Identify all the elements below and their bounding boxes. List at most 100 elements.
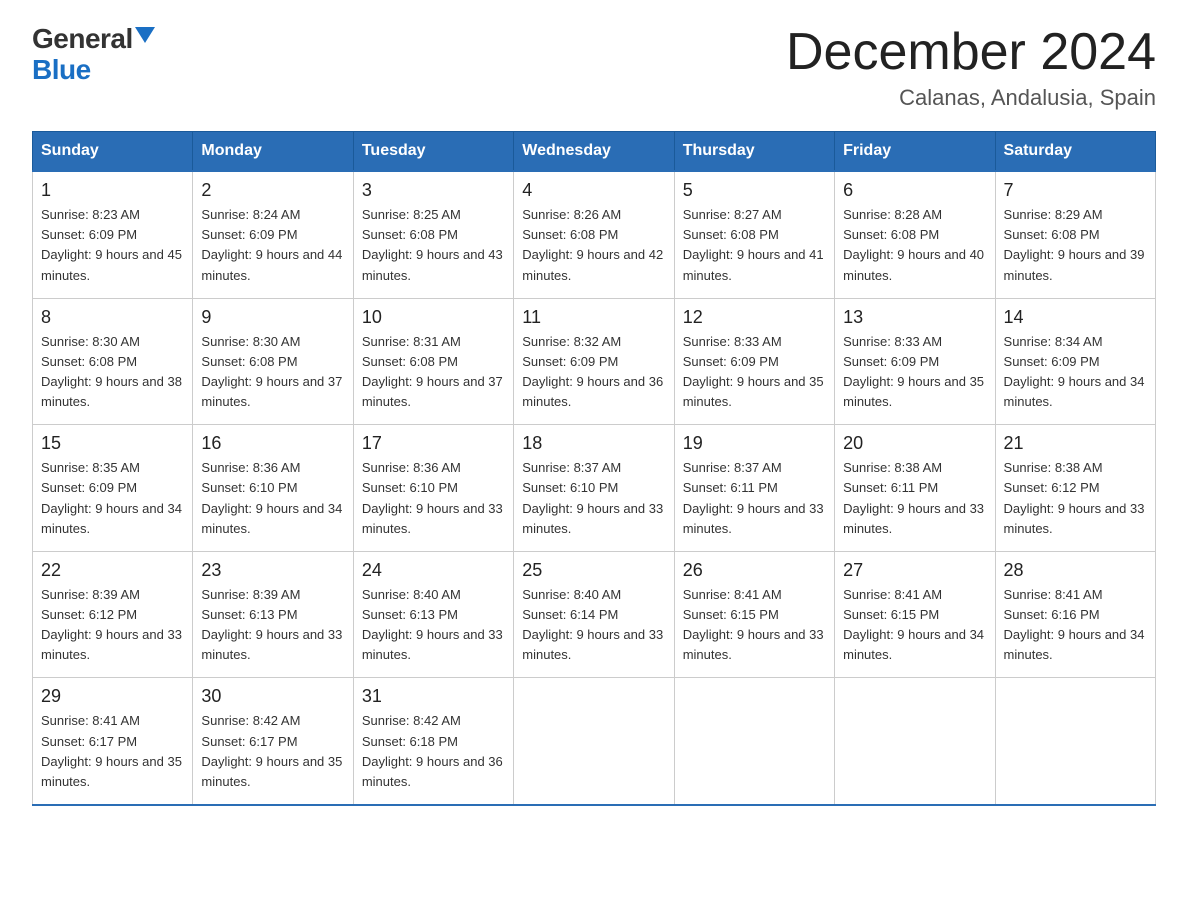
day-number: 11: [522, 307, 665, 328]
day-number: 25: [522, 560, 665, 581]
day-info: Sunrise: 8:33 AMSunset: 6:09 PMDaylight:…: [683, 332, 826, 413]
table-row: 2 Sunrise: 8:24 AMSunset: 6:09 PMDayligh…: [193, 171, 353, 298]
table-row: 17 Sunrise: 8:36 AMSunset: 6:10 PMDaylig…: [353, 425, 513, 552]
logo: General Blue: [32, 24, 155, 86]
day-number: 8: [41, 307, 184, 328]
day-number: 13: [843, 307, 986, 328]
calendar-week-1: 1 Sunrise: 8:23 AMSunset: 6:09 PMDayligh…: [33, 171, 1156, 298]
day-header-friday: Friday: [835, 132, 995, 172]
table-row: 19 Sunrise: 8:37 AMSunset: 6:11 PMDaylig…: [674, 425, 834, 552]
table-row: 5 Sunrise: 8:27 AMSunset: 6:08 PMDayligh…: [674, 171, 834, 298]
day-info: Sunrise: 8:37 AMSunset: 6:11 PMDaylight:…: [683, 458, 826, 539]
day-number: 2: [201, 180, 344, 201]
calendar-week-5: 29 Sunrise: 8:41 AMSunset: 6:17 PMDaylig…: [33, 678, 1156, 805]
day-number: 22: [41, 560, 184, 581]
table-row: 15 Sunrise: 8:35 AMSunset: 6:09 PMDaylig…: [33, 425, 193, 552]
logo-blue-text: Blue: [32, 55, 91, 86]
day-header-saturday: Saturday: [995, 132, 1155, 172]
day-number: 26: [683, 560, 826, 581]
day-number: 10: [362, 307, 505, 328]
day-number: 14: [1004, 307, 1147, 328]
calendar-week-4: 22 Sunrise: 8:39 AMSunset: 6:12 PMDaylig…: [33, 551, 1156, 678]
day-header-wednesday: Wednesday: [514, 132, 674, 172]
day-info: Sunrise: 8:28 AMSunset: 6:08 PMDaylight:…: [843, 205, 986, 286]
table-row: 14 Sunrise: 8:34 AMSunset: 6:09 PMDaylig…: [995, 298, 1155, 425]
day-number: 28: [1004, 560, 1147, 581]
day-info: Sunrise: 8:41 AMSunset: 6:17 PMDaylight:…: [41, 711, 184, 792]
table-row: 10 Sunrise: 8:31 AMSunset: 6:08 PMDaylig…: [353, 298, 513, 425]
table-row: [835, 678, 995, 805]
day-number: 18: [522, 433, 665, 454]
day-header-row: SundayMondayTuesdayWednesdayThursdayFrid…: [33, 132, 1156, 172]
table-row: 31 Sunrise: 8:42 AMSunset: 6:18 PMDaylig…: [353, 678, 513, 805]
calendar-table: SundayMondayTuesdayWednesdayThursdayFrid…: [32, 131, 1156, 806]
day-number: 20: [843, 433, 986, 454]
table-row: 27 Sunrise: 8:41 AMSunset: 6:15 PMDaylig…: [835, 551, 995, 678]
day-info: Sunrise: 8:38 AMSunset: 6:11 PMDaylight:…: [843, 458, 986, 539]
day-info: Sunrise: 8:33 AMSunset: 6:09 PMDaylight:…: [843, 332, 986, 413]
table-row: 21 Sunrise: 8:38 AMSunset: 6:12 PMDaylig…: [995, 425, 1155, 552]
day-number: 29: [41, 686, 184, 707]
table-row: [995, 678, 1155, 805]
day-info: Sunrise: 8:36 AMSunset: 6:10 PMDaylight:…: [362, 458, 505, 539]
page-header: General Blue December 2024 Calanas, Anda…: [32, 24, 1156, 111]
table-row: 9 Sunrise: 8:30 AMSunset: 6:08 PMDayligh…: [193, 298, 353, 425]
day-info: Sunrise: 8:26 AMSunset: 6:08 PMDaylight:…: [522, 205, 665, 286]
table-row: 18 Sunrise: 8:37 AMSunset: 6:10 PMDaylig…: [514, 425, 674, 552]
day-header-tuesday: Tuesday: [353, 132, 513, 172]
table-row: 30 Sunrise: 8:42 AMSunset: 6:17 PMDaylig…: [193, 678, 353, 805]
day-number: 31: [362, 686, 505, 707]
day-number: 12: [683, 307, 826, 328]
day-number: 4: [522, 180, 665, 201]
title-section: December 2024 Calanas, Andalusia, Spain: [786, 24, 1156, 111]
table-row: 4 Sunrise: 8:26 AMSunset: 6:08 PMDayligh…: [514, 171, 674, 298]
table-row: 28 Sunrise: 8:41 AMSunset: 6:16 PMDaylig…: [995, 551, 1155, 678]
table-row: 11 Sunrise: 8:32 AMSunset: 6:09 PMDaylig…: [514, 298, 674, 425]
day-number: 15: [41, 433, 184, 454]
table-row: 20 Sunrise: 8:38 AMSunset: 6:11 PMDaylig…: [835, 425, 995, 552]
day-info: Sunrise: 8:29 AMSunset: 6:08 PMDaylight:…: [1004, 205, 1147, 286]
day-info: Sunrise: 8:23 AMSunset: 6:09 PMDaylight:…: [41, 205, 184, 286]
day-info: Sunrise: 8:42 AMSunset: 6:18 PMDaylight:…: [362, 711, 505, 792]
day-info: Sunrise: 8:39 AMSunset: 6:13 PMDaylight:…: [201, 585, 344, 666]
day-number: 3: [362, 180, 505, 201]
day-info: Sunrise: 8:39 AMSunset: 6:12 PMDaylight:…: [41, 585, 184, 666]
day-info: Sunrise: 8:40 AMSunset: 6:14 PMDaylight:…: [522, 585, 665, 666]
table-row: 3 Sunrise: 8:25 AMSunset: 6:08 PMDayligh…: [353, 171, 513, 298]
calendar-week-3: 15 Sunrise: 8:35 AMSunset: 6:09 PMDaylig…: [33, 425, 1156, 552]
day-info: Sunrise: 8:32 AMSunset: 6:09 PMDaylight:…: [522, 332, 665, 413]
day-info: Sunrise: 8:41 AMSunset: 6:16 PMDaylight:…: [1004, 585, 1147, 666]
table-row: 25 Sunrise: 8:40 AMSunset: 6:14 PMDaylig…: [514, 551, 674, 678]
day-info: Sunrise: 8:24 AMSunset: 6:09 PMDaylight:…: [201, 205, 344, 286]
day-info: Sunrise: 8:30 AMSunset: 6:08 PMDaylight:…: [201, 332, 344, 413]
location-text: Calanas, Andalusia, Spain: [786, 85, 1156, 111]
day-number: 24: [362, 560, 505, 581]
table-row: 12 Sunrise: 8:33 AMSunset: 6:09 PMDaylig…: [674, 298, 834, 425]
table-row: [514, 678, 674, 805]
day-number: 6: [843, 180, 986, 201]
day-info: Sunrise: 8:30 AMSunset: 6:08 PMDaylight:…: [41, 332, 184, 413]
day-number: 9: [201, 307, 344, 328]
day-info: Sunrise: 8:40 AMSunset: 6:13 PMDaylight:…: [362, 585, 505, 666]
day-number: 7: [1004, 180, 1147, 201]
table-row: 13 Sunrise: 8:33 AMSunset: 6:09 PMDaylig…: [835, 298, 995, 425]
table-row: 1 Sunrise: 8:23 AMSunset: 6:09 PMDayligh…: [33, 171, 193, 298]
table-row: 8 Sunrise: 8:30 AMSunset: 6:08 PMDayligh…: [33, 298, 193, 425]
day-info: Sunrise: 8:42 AMSunset: 6:17 PMDaylight:…: [201, 711, 344, 792]
day-number: 5: [683, 180, 826, 201]
table-row: 23 Sunrise: 8:39 AMSunset: 6:13 PMDaylig…: [193, 551, 353, 678]
day-info: Sunrise: 8:36 AMSunset: 6:10 PMDaylight:…: [201, 458, 344, 539]
day-number: 19: [683, 433, 826, 454]
calendar-week-2: 8 Sunrise: 8:30 AMSunset: 6:08 PMDayligh…: [33, 298, 1156, 425]
day-info: Sunrise: 8:37 AMSunset: 6:10 PMDaylight:…: [522, 458, 665, 539]
table-row: 6 Sunrise: 8:28 AMSunset: 6:08 PMDayligh…: [835, 171, 995, 298]
table-row: 24 Sunrise: 8:40 AMSunset: 6:13 PMDaylig…: [353, 551, 513, 678]
logo-general-text: General: [32, 24, 133, 55]
day-number: 21: [1004, 433, 1147, 454]
table-row: 26 Sunrise: 8:41 AMSunset: 6:15 PMDaylig…: [674, 551, 834, 678]
table-row: 29 Sunrise: 8:41 AMSunset: 6:17 PMDaylig…: [33, 678, 193, 805]
day-number: 16: [201, 433, 344, 454]
day-number: 17: [362, 433, 505, 454]
table-row: [674, 678, 834, 805]
day-info: Sunrise: 8:41 AMSunset: 6:15 PMDaylight:…: [843, 585, 986, 666]
